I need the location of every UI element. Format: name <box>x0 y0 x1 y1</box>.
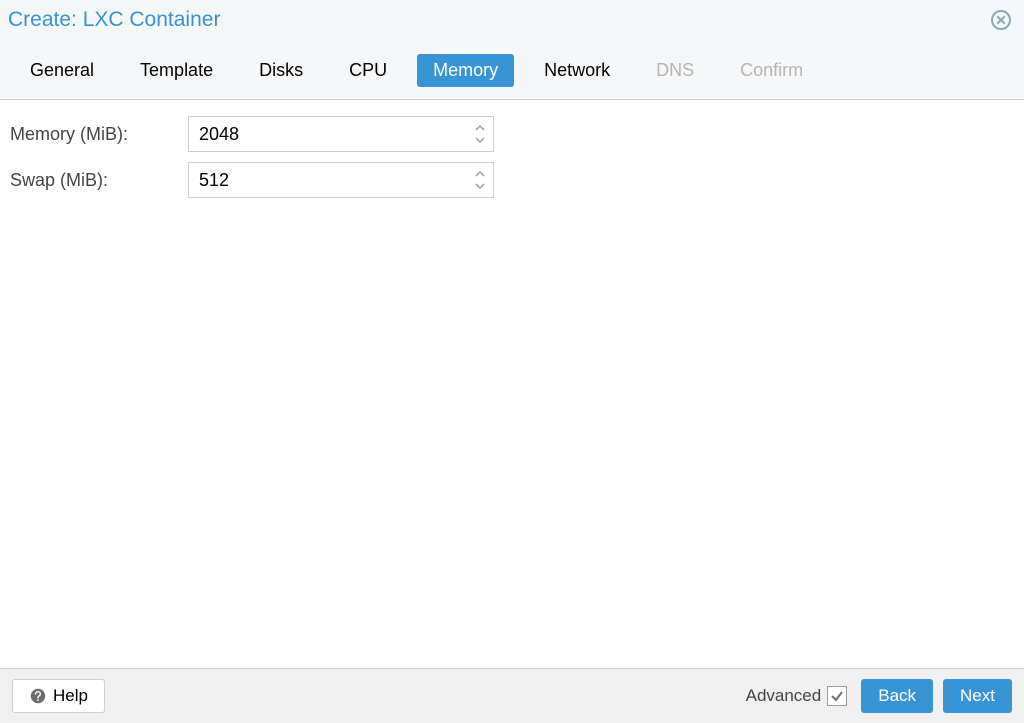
back-button[interactable]: Back <box>861 679 933 713</box>
advanced-checkbox[interactable] <box>827 686 847 706</box>
tab-general[interactable]: General <box>14 54 110 87</box>
close-icon <box>991 10 1011 30</box>
swap-spinner[interactable] <box>188 162 494 198</box>
tab-disks[interactable]: Disks <box>243 54 319 87</box>
next-button[interactable]: Next <box>943 679 1012 713</box>
tab-dns: DNS <box>640 54 710 87</box>
tab-cpu[interactable]: CPU <box>333 54 403 87</box>
swap-step-up[interactable] <box>471 168 489 180</box>
label-swap: Swap (MiB): <box>10 170 188 191</box>
chevron-down-icon <box>475 137 485 143</box>
help-button-label: Help <box>53 686 88 706</box>
dialog-title: Create: LXC Container <box>8 8 220 32</box>
check-icon <box>830 689 844 703</box>
tab-network[interactable]: Network <box>528 54 626 87</box>
chevron-up-icon <box>475 125 485 131</box>
help-icon <box>29 687 47 705</box>
back-button-label: Back <box>878 686 916 706</box>
next-button-label: Next <box>960 686 995 706</box>
advanced-label: Advanced <box>746 686 822 706</box>
wizard-panel-memory: Memory (MiB): Swap (MiB): <box>0 100 1024 668</box>
tab-memory[interactable]: Memory <box>417 54 514 87</box>
memory-spinner[interactable] <box>188 116 494 152</box>
chevron-up-icon <box>475 171 485 177</box>
dialog-titlebar: Create: LXC Container <box>0 0 1024 40</box>
close-button[interactable] <box>990 9 1012 31</box>
row-memory: Memory (MiB): <box>10 116 1014 152</box>
memory-input[interactable] <box>189 117 493 151</box>
wizard-footer: Help Advanced Back Next <box>0 668 1024 723</box>
swap-input[interactable] <box>189 163 493 197</box>
label-memory: Memory (MiB): <box>10 124 188 145</box>
tab-template[interactable]: Template <box>124 54 229 87</box>
chevron-down-icon <box>475 183 485 189</box>
memory-step-down[interactable] <box>471 134 489 146</box>
wizard-tabstrip: General Template Disks CPU Memory Networ… <box>0 40 1024 100</box>
memory-step-up[interactable] <box>471 122 489 134</box>
swap-step-down[interactable] <box>471 180 489 192</box>
row-swap: Swap (MiB): <box>10 162 1014 198</box>
advanced-toggle[interactable]: Advanced <box>746 686 848 706</box>
help-button[interactable]: Help <box>12 679 105 713</box>
tab-confirm: Confirm <box>724 54 819 87</box>
